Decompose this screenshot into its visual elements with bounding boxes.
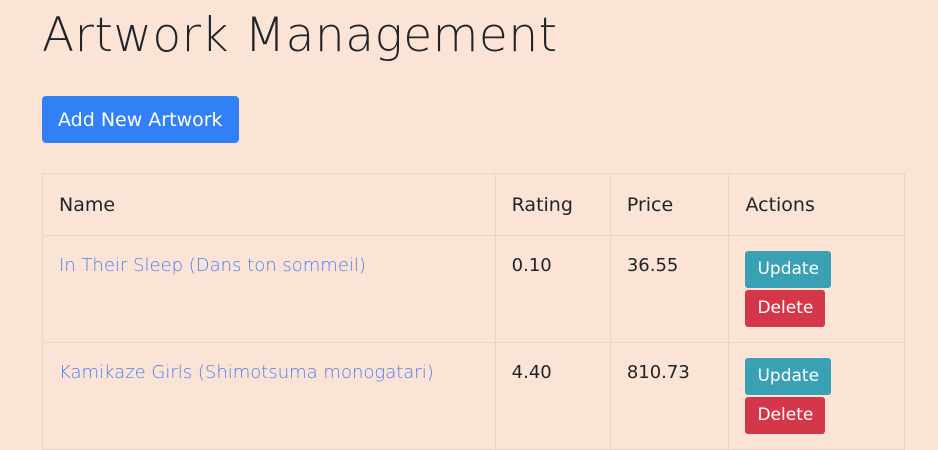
page-title: Artwork Management <box>42 8 558 63</box>
name-cell: In Their Sleep (Dans ton sommeil) <box>42 235 496 343</box>
column-header-name: Name <box>42 173 496 236</box>
name-cell: Kamikaze Girls (Shimotsuma monogatari) <box>42 342 496 450</box>
row-actions: Update Delete <box>745 358 888 434</box>
delete-button[interactable]: Delete <box>745 397 826 434</box>
table-row: In Their Sleep (Dans ton sommeil) 0.10 3… <box>42 235 905 343</box>
actions-cell: Update Delete <box>728 235 905 343</box>
rating-cell: 0.10 <box>494 235 611 343</box>
column-header-rating: Rating <box>494 173 611 236</box>
artwork-name-link[interactable]: In Their Sleep (Dans ton sommeil) <box>59 255 366 276</box>
delete-button[interactable]: Delete <box>745 290 826 327</box>
update-button[interactable]: Update <box>745 251 832 288</box>
column-header-price: Price <box>609 173 730 236</box>
actions-cell: Update Delete <box>728 342 905 450</box>
table-row: Kamikaze Girls (Shimotsuma monogatari) 4… <box>42 342 905 450</box>
rating-cell: 4.40 <box>494 342 611 450</box>
artwork-name-link[interactable]: Kamikaze Girls (Shimotsuma monogatari) <box>59 362 434 383</box>
price-cell: 36.55 <box>609 235 730 343</box>
update-button[interactable]: Update <box>745 358 832 395</box>
main-container: Artwork Management Add New Artwork Name … <box>0 0 905 450</box>
price-cell: 810.73 <box>609 342 730 450</box>
add-new-artwork-button[interactable]: Add New Artwork <box>42 96 239 143</box>
artwork-table: Name Rating Price Actions In Their Sleep… <box>42 173 905 450</box>
row-actions: Update Delete <box>745 251 888 327</box>
column-header-actions: Actions <box>728 173 905 236</box>
table-header-row: Name Rating Price Actions <box>42 173 905 236</box>
